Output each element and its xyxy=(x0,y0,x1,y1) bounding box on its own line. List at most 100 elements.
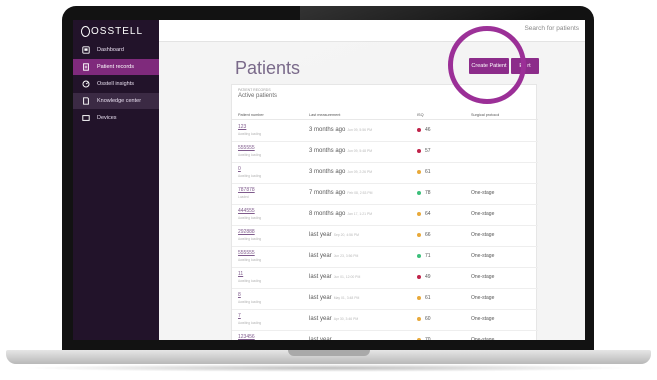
patient-number-link[interactable]: 0 xyxy=(238,166,241,172)
create-patient-button[interactable]: Create Patient xyxy=(469,58,509,74)
surgical-protocol: One-stage xyxy=(471,274,495,280)
book-icon xyxy=(82,97,90,105)
isq-status-dot-icon xyxy=(417,275,421,279)
last-measurement: last year May 01, 3:48 PM xyxy=(309,295,359,301)
isq-status-dot-icon xyxy=(417,149,421,153)
table-row[interactable]: 123456 last year 70 One-stage xyxy=(232,331,538,340)
laptop-mockup: OSSTELL Dashboard Patient records Osstell … xyxy=(0,0,657,380)
sidebar-item-devices[interactable]: Devices xyxy=(73,110,159,126)
app-logo[interactable]: OSSTELL xyxy=(73,20,159,42)
measurement-date: Jun 09, 5:56 PM xyxy=(347,128,373,132)
table-row[interactable]: 787878 Loaded 7 months ago Feb 08, 2:53 PM 7… xyxy=(232,184,538,205)
measurement-date: Jun 23, 3:56 PM xyxy=(333,254,359,258)
sidebar-item-dashboard[interactable]: Dashboard xyxy=(73,42,159,58)
sidebar-item-label: Knowledge center xyxy=(97,98,142,104)
table-row[interactable]: 555555 Awaiting loading 3 months ago Jun 09… xyxy=(232,142,538,163)
patient-number-link[interactable]: 292888 xyxy=(238,229,255,235)
measurement-date: Jun 09, 5:48 PM xyxy=(347,149,373,153)
isq-value: 64 xyxy=(417,211,431,217)
last-measurement: last year Sep 20, 4:56 PM xyxy=(309,232,359,238)
isq-status-dot-icon xyxy=(417,212,421,216)
logo-mark-icon xyxy=(81,25,90,37)
table-row[interactable]: 11 Awaiting loading last year Jun 01, 12:00… xyxy=(232,268,538,289)
isq-number: 49 xyxy=(425,274,431,280)
table-row[interactable]: 555555 Awaiting loading last year Jun 23, 3… xyxy=(232,247,538,268)
column-header-last-measurement[interactable]: Last measurement xyxy=(309,113,340,117)
device-icon xyxy=(82,114,90,122)
isq-value: 78 xyxy=(417,190,431,196)
isq-status-dot-icon xyxy=(417,296,421,300)
isq-value: 66 xyxy=(417,232,431,238)
surgical-protocol: One-stage xyxy=(471,253,495,259)
patient-status: Awaiting loading xyxy=(238,237,262,241)
insights-icon xyxy=(82,80,90,88)
measurement-relative: last year xyxy=(309,295,332,301)
app-screen: OSSTELL Dashboard Patient records Osstell … xyxy=(73,20,585,340)
measurement-relative: last year xyxy=(309,316,332,322)
sidebar: OSSTELL Dashboard Patient records Osstell … xyxy=(73,20,159,340)
column-header-surgical-protocol[interactable]: Surgical protocol xyxy=(471,113,499,117)
isq-number: 71 xyxy=(425,253,431,259)
isq-number: 60 xyxy=(425,316,431,322)
measurement-date: Feb 08, 2:53 PM xyxy=(347,191,373,195)
sidebar-item-patient-records[interactable]: Patient records xyxy=(73,59,159,75)
measurement-relative: 7 months ago xyxy=(309,190,346,196)
isq-value: 57 xyxy=(417,148,431,154)
measurement-relative: last year xyxy=(309,274,332,280)
patients-card: PATIENT RECORDS Active patients Patient … xyxy=(231,84,538,340)
last-measurement: last year xyxy=(309,337,334,340)
column-header-patient-number[interactable]: Patient number xyxy=(238,113,264,117)
patient-number-link[interactable]: 787878 xyxy=(238,187,255,193)
last-measurement: last year Jun 23, 3:56 PM xyxy=(309,253,358,259)
patient-status: Awaiting loading xyxy=(238,321,262,325)
measurement-date: May 01, 3:48 PM xyxy=(333,296,360,300)
export-button[interactable]: Ex rt xyxy=(511,58,539,74)
sidebar-item-knowledge-center[interactable]: Knowledge center xyxy=(73,93,159,109)
isq-number: 61 xyxy=(425,169,431,175)
patient-number-link[interactable]: 555555 xyxy=(238,250,255,256)
isq-value: 46 xyxy=(417,127,431,133)
isq-value: 70 xyxy=(417,337,431,340)
patient-number-link[interactable]: 11 xyxy=(238,271,243,277)
laptop-shadow xyxy=(20,364,637,372)
patient-number-link[interactable]: 123456 xyxy=(238,334,255,340)
table-row[interactable]: 0 Awaiting loading 3 months ago Jun 09, 2:2… xyxy=(232,163,538,184)
table-row[interactable]: 7 Awaiting loading last year Apr 30, 3:46 P… xyxy=(232,310,538,331)
patient-status: Loaded xyxy=(238,195,249,199)
measurement-date: Jun 01, 12:00 PM xyxy=(333,275,361,279)
patient-number-link[interactable]: 555555 xyxy=(238,145,255,151)
page-title: Patients xyxy=(235,58,301,78)
column-header-isq[interactable]: ISQ xyxy=(417,113,424,117)
measurement-relative: last year xyxy=(309,337,332,340)
measurement-relative: last year xyxy=(309,232,332,238)
isq-status-dot-icon xyxy=(417,233,421,237)
isq-status-dot-icon xyxy=(417,254,421,258)
last-measurement: last year Jun 01, 12:00 PM xyxy=(309,274,360,280)
sidebar-item-osstell-insights[interactable]: Osstell insights xyxy=(73,76,159,92)
patient-status: Awaiting loading xyxy=(238,258,262,262)
sidebar-item-label: Patient records xyxy=(97,64,134,70)
isq-value: 49 xyxy=(417,274,431,280)
table-row[interactable]: 123 Awaiting loading 3 months ago Jun 09, 5… xyxy=(232,121,538,142)
dashboard-icon xyxy=(82,46,90,54)
search-input[interactable]: Search for patients xyxy=(524,25,579,32)
top-bar: Search for patients xyxy=(159,20,585,42)
measurement-relative: 8 months ago xyxy=(309,211,346,217)
isq-value: 71 xyxy=(417,253,431,259)
table-row[interactable]: 292888 Awaiting loading last year Sep 20, 4… xyxy=(232,226,538,247)
patient-number-link[interactable]: 123 xyxy=(238,124,246,130)
laptop-notch xyxy=(288,350,370,356)
table-row[interactable]: 8 Awaiting loading last year May 01, 3:48 P… xyxy=(232,289,538,310)
table-row[interactable]: 444555 Awaiting loading 8 months ago Jan 17… xyxy=(232,205,538,226)
surgical-protocol: One-stage xyxy=(471,337,495,340)
table-header: Patient number Last measurement ISQ Surg… xyxy=(232,110,538,120)
patient-status: Awaiting loading xyxy=(238,174,262,178)
patient-number-link[interactable]: 444555 xyxy=(238,208,255,214)
patient-number-link[interactable]: 8 xyxy=(238,292,241,298)
patient-status: Awaiting loading xyxy=(238,300,262,304)
surgical-protocol: One-stage xyxy=(471,232,495,238)
isq-number: 61 xyxy=(425,295,431,301)
patient-number-link[interactable]: 7 xyxy=(238,313,241,319)
measurement-relative: 3 months ago xyxy=(309,169,346,175)
patient-status: Awaiting loading xyxy=(238,153,262,157)
